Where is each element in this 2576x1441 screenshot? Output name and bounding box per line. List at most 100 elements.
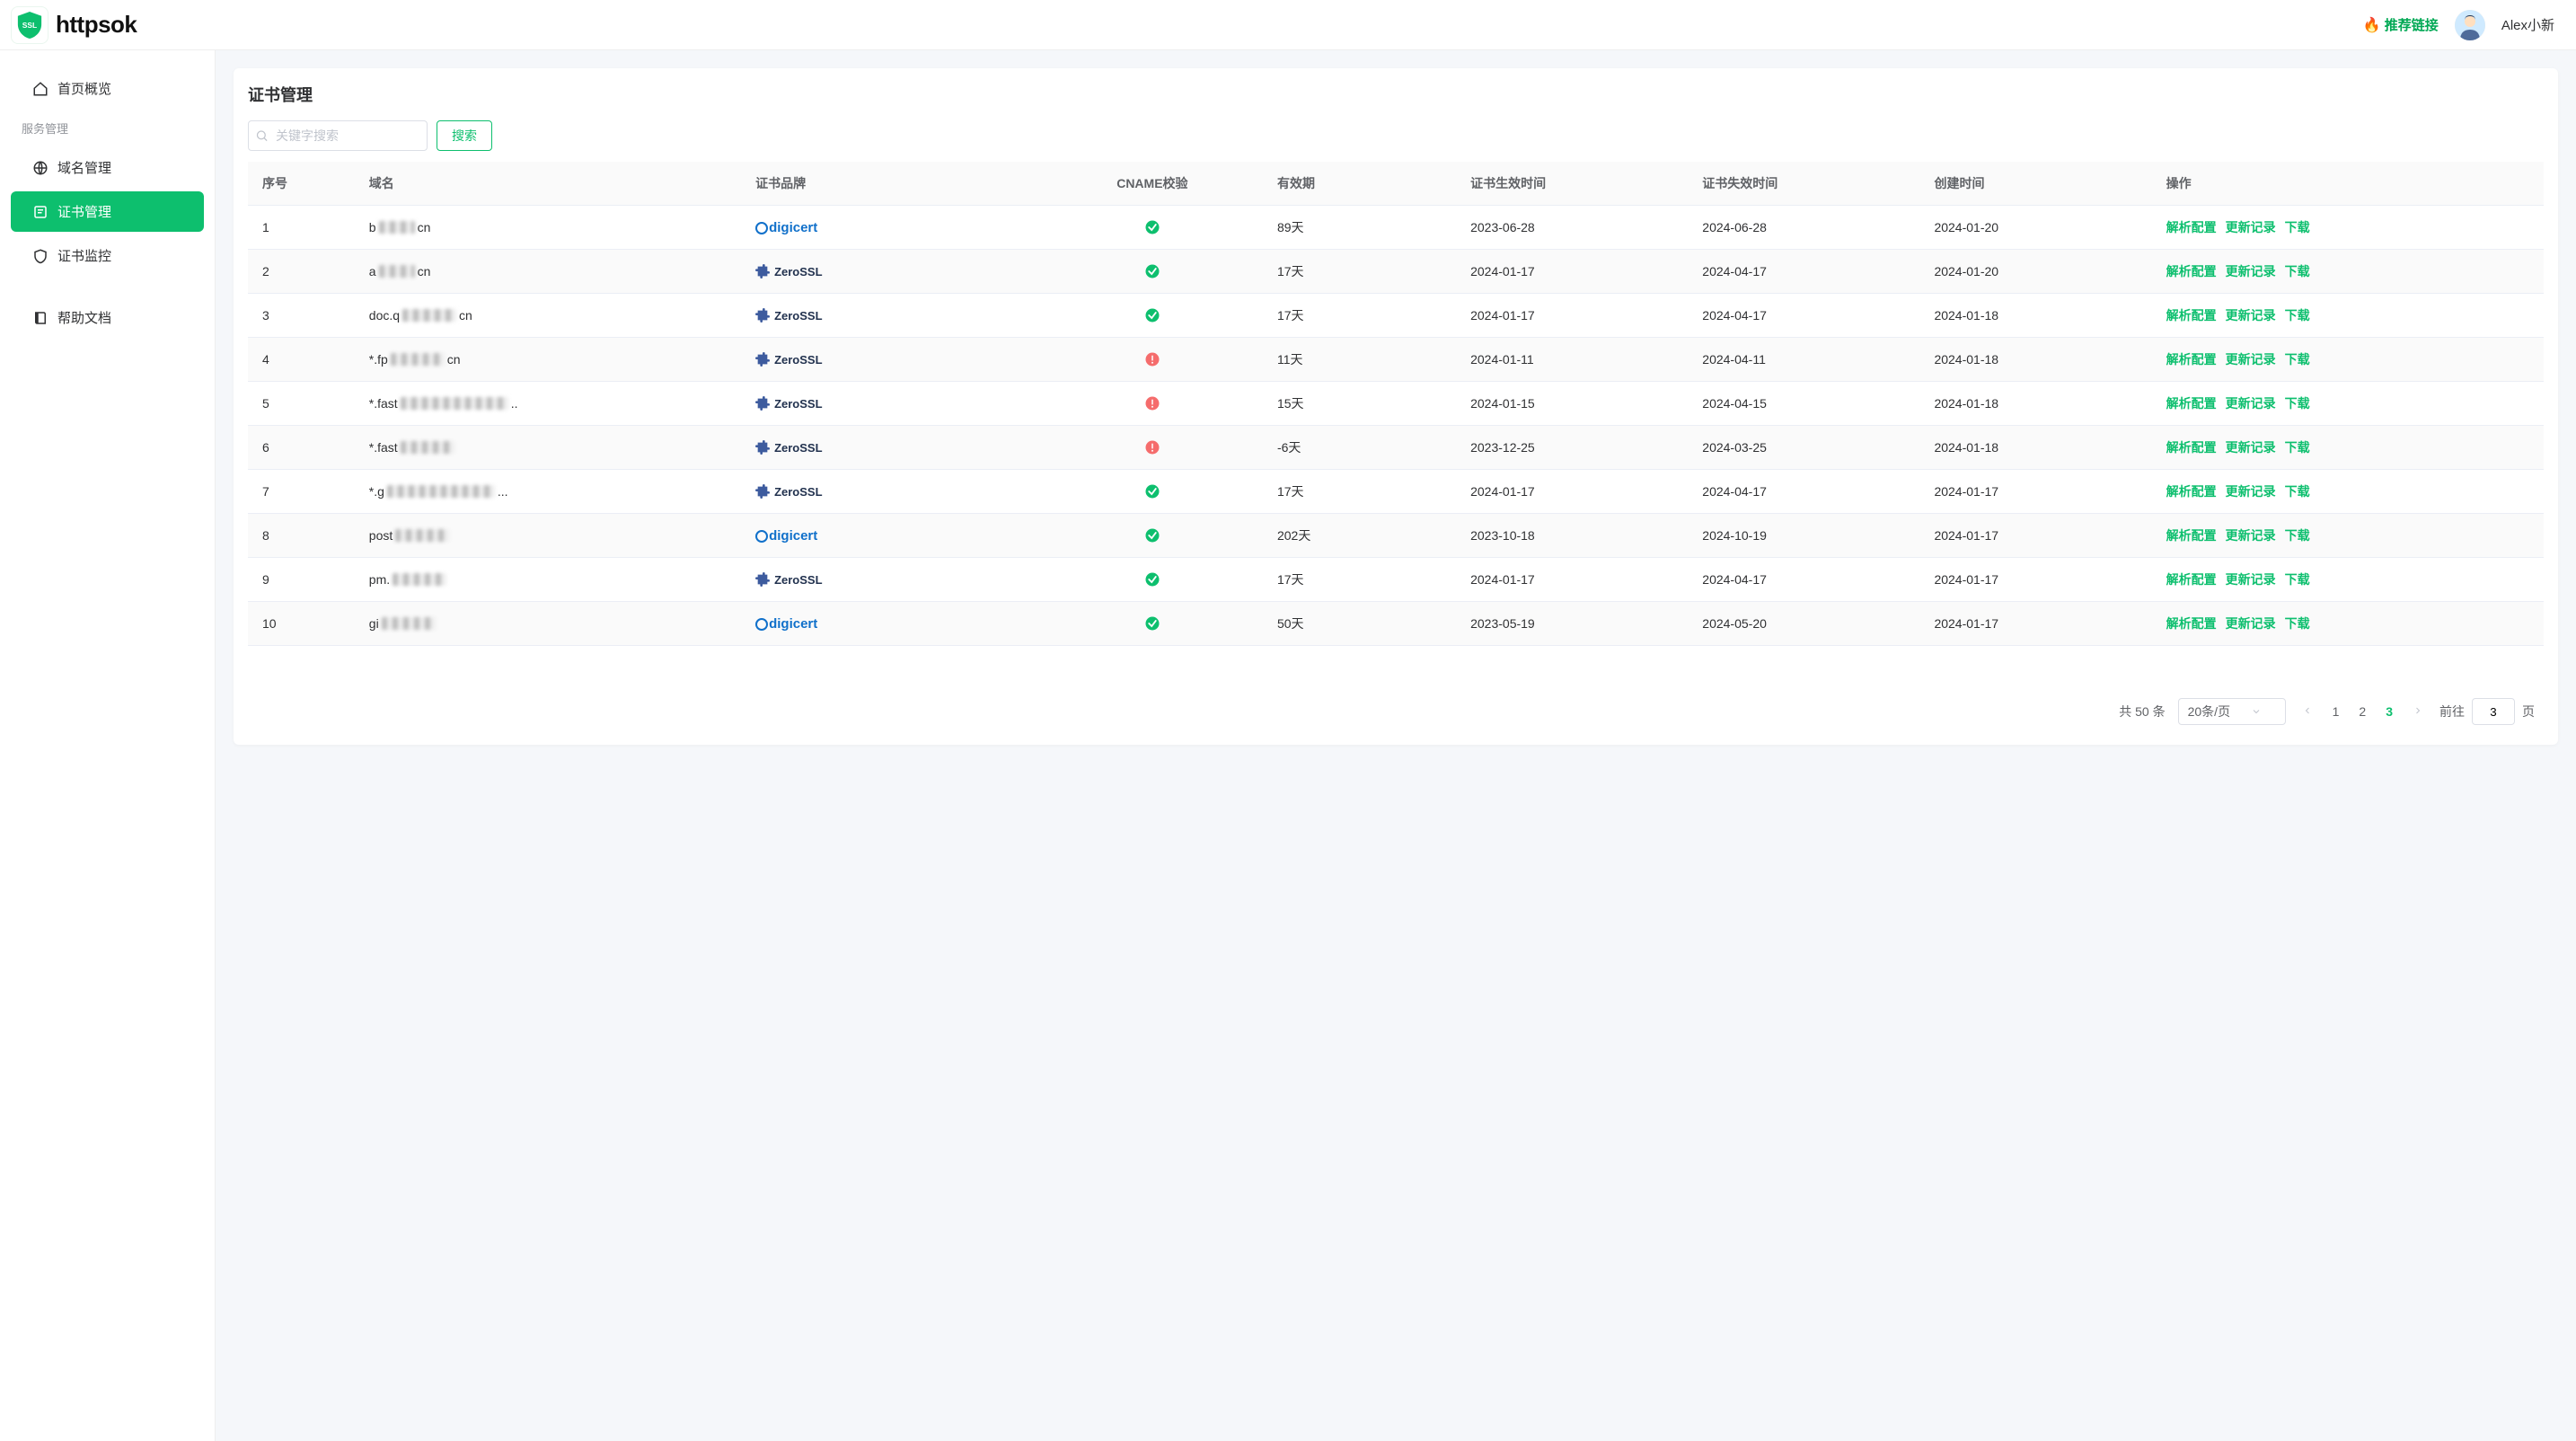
cell-brand: ZeroSSL [746,382,1037,426]
th-expire: 证书失效时间 [1693,162,1925,206]
op-download[interactable]: 下载 [2285,308,2310,323]
op-resolve[interactable]: 解析配置 [2166,484,2217,499]
op-update[interactable]: 更新记录 [2226,528,2276,543]
op-resolve[interactable]: 解析配置 [2166,572,2217,587]
cell-expire: 2024-04-17 [1693,558,1925,602]
exclaim-circle-icon [1144,395,1160,411]
cell-start: 2023-05-19 [1461,602,1693,646]
op-update[interactable]: 更新记录 [2226,572,2276,587]
cell-ops: 解析配置更新记录下载 [2157,558,2544,602]
sidebar-item-home[interactable]: 首页概览 [11,68,204,109]
page-num-2[interactable]: 2 [2355,704,2369,719]
table-row: 6 *.fast ZeroSSL -6天2023-12-252024-03-25… [248,426,2544,470]
op-download[interactable]: 下载 [2285,440,2310,455]
cell-brand: ZeroSSL [746,558,1037,602]
sidebar-item-label: 首页概览 [57,79,111,98]
op-resolve[interactable]: 解析配置 [2166,264,2217,278]
page-numbers: 123 [2298,704,2427,719]
brand-zerossl: ZeroSSL [755,264,1028,278]
op-resolve[interactable]: 解析配置 [2166,396,2217,411]
th-idx: 序号 [248,162,360,206]
op-update[interactable]: 更新记录 [2226,396,2276,411]
cell-brand: digicert [746,206,1037,250]
op-download[interactable]: 下载 [2285,220,2310,234]
search-button[interactable]: 搜索 [437,120,492,151]
op-update[interactable]: 更新记录 [2226,264,2276,278]
cell-cname [1037,602,1268,646]
search-input[interactable] [248,120,428,151]
cell-valid: 50天 [1268,602,1461,646]
op-download[interactable]: 下载 [2285,484,2310,499]
op-resolve[interactable]: 解析配置 [2166,352,2217,367]
cell-brand: ZeroSSL [746,338,1037,382]
sidebar-item-monitor[interactable]: 证书监控 [11,235,204,276]
logo-text: httpsok [56,11,137,39]
redacted-icon [379,265,415,278]
cell-start: 2023-12-25 [1461,426,1693,470]
chevron-left-icon [2302,705,2313,716]
check-circle-icon [1144,307,1160,323]
op-resolve[interactable]: 解析配置 [2166,308,2217,323]
op-resolve[interactable]: 解析配置 [2166,220,2217,234]
username[interactable]: Alex小新 [2501,15,2554,34]
domain-prefix: doc.q [369,308,400,323]
op-download[interactable]: 下载 [2285,528,2310,543]
cell-ops: 解析配置更新记录下载 [2157,514,2544,558]
table-row: 5 *.fast .. ZeroSSL 15天2024-01-152024-04… [248,382,2544,426]
content: 证书管理 搜索 序号 域名 证书品牌 CNAME校验 有效期 证书生效时间 [216,50,2576,1441]
op-update[interactable]: 更新记录 [2226,352,2276,367]
page-goto-input[interactable] [2472,698,2515,725]
th-cname: CNAME校验 [1037,162,1268,206]
cell-domain: *.fp cn [360,338,746,382]
cell-expire: 2024-04-17 [1693,250,1925,294]
sidebar-item-certs[interactable]: 证书管理 [11,191,204,232]
puzzle-icon [755,440,770,455]
op-resolve[interactable]: 解析配置 [2166,616,2217,631]
op-download[interactable]: 下载 [2285,572,2310,587]
exclaim-circle-icon [1144,439,1160,455]
page-title: 证书管理 [248,83,2544,106]
sidebar: 首页概览 服务管理 域名管理 证书管理 证书监控 帮助文档 [0,50,216,1441]
op-resolve[interactable]: 解析配置 [2166,528,2217,543]
fire-icon: 🔥 [2363,16,2381,34]
globe-icon [32,160,49,176]
page-size-select[interactable]: 20条/页 [2178,698,2286,725]
op-update[interactable]: 更新记录 [2226,220,2276,234]
search-row: 搜索 [248,120,2544,151]
sidebar-item-help[interactable]: 帮助文档 [11,297,204,338]
op-update[interactable]: 更新记录 [2226,616,2276,631]
op-download[interactable]: 下载 [2285,352,2310,367]
cell-domain: *.g ... [360,470,746,514]
check-circle-icon [1144,615,1160,632]
chevron-right-icon [2413,705,2423,716]
logo[interactable]: SSL httpsok [11,6,137,44]
page-num-1[interactable]: 1 [2329,704,2343,719]
puzzle-icon [755,352,770,367]
domain-suffix: cn [418,220,431,234]
page-next[interactable] [2409,704,2427,719]
op-update[interactable]: 更新记录 [2226,440,2276,455]
recommend-link[interactable]: 🔥 推荐链接 [2363,15,2439,34]
op-update[interactable]: 更新记录 [2226,484,2276,499]
redacted-icon [382,617,436,630]
cell-start: 2024-01-17 [1461,558,1693,602]
brand-label: ZeroSSL [774,573,822,587]
check-circle-icon [1144,483,1160,499]
sidebar-item-domains[interactable]: 域名管理 [11,147,204,188]
op-download[interactable]: 下载 [2285,616,2310,631]
op-download[interactable]: 下载 [2285,264,2310,278]
page-prev[interactable] [2298,704,2316,719]
digicert-o-icon [755,618,768,631]
domain-prefix: *.fast [369,440,398,455]
cell-start: 2024-01-11 [1461,338,1693,382]
cell-domain: *.fast [360,426,746,470]
brand-label: ZeroSSL [774,309,822,323]
sidebar-item-label: 帮助文档 [57,308,111,327]
op-update[interactable]: 更新记录 [2226,308,2276,323]
op-resolve[interactable]: 解析配置 [2166,440,2217,455]
avatar[interactable] [2455,10,2485,40]
pagination-total: 共 50 条 [2119,703,2165,720]
page-num-3[interactable]: 3 [2382,704,2396,719]
op-download[interactable]: 下载 [2285,396,2310,411]
page-goto: 前往 页 [2439,698,2535,725]
